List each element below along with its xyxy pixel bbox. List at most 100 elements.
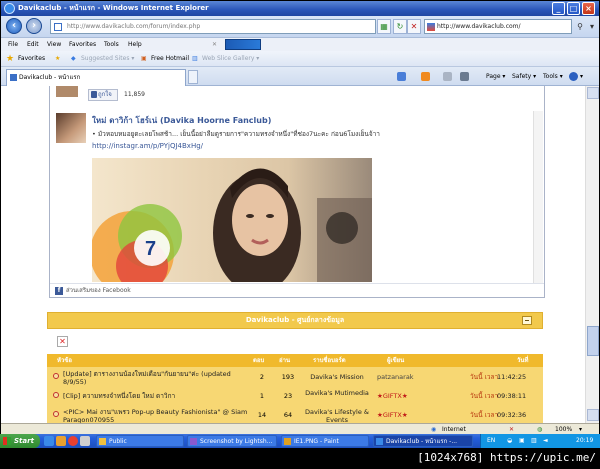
menu-help[interactable]: Help bbox=[128, 38, 142, 51]
lightshot-icon bbox=[190, 438, 197, 445]
menu-edit[interactable]: Edit bbox=[27, 38, 39, 51]
tray-icon-1[interactable]: ◒ bbox=[507, 434, 512, 448]
topic-link[interactable]: [Update] ตารางงานน้องใหม่เดือน"กันยายน"ค… bbox=[63, 370, 253, 386]
feeds-icon[interactable] bbox=[421, 72, 430, 81]
post-author[interactable]: ใหม่ ดาวิก้า โฮร์เน่ (Davika Hoorne Fanc… bbox=[92, 114, 271, 127]
collapse-icon[interactable] bbox=[522, 316, 532, 325]
post-photo[interactable]: 7 bbox=[92, 158, 372, 282]
col-forum: ราบชื่อบอร์ด bbox=[313, 357, 346, 364]
author-link[interactable]: patzanarak bbox=[377, 373, 414, 381]
close-button[interactable]: × bbox=[582, 2, 595, 15]
help-menu[interactable]: ▾ bbox=[580, 71, 583, 83]
tools-menu[interactable]: Tools ▾ bbox=[543, 71, 563, 83]
forum-name-link[interactable]: Davika's Lifestyle & Events bbox=[303, 408, 371, 423]
back-button[interactable]: ‹ bbox=[6, 18, 22, 34]
refresh-icon[interactable]: ↻ bbox=[393, 19, 407, 34]
search-text: http://www.davikaclub.com/ bbox=[437, 23, 521, 30]
start-label: Start bbox=[14, 437, 34, 445]
quicklaunch-chrome-icon[interactable] bbox=[68, 436, 78, 446]
scroll-up-icon[interactable] bbox=[587, 87, 599, 99]
topic-bullet-icon bbox=[53, 392, 59, 398]
search-options-icon[interactable]: ▾ bbox=[586, 19, 598, 34]
free-hotmail-link[interactable]: Free Hotmail bbox=[151, 51, 189, 67]
safety-menu[interactable]: Safety ▾ bbox=[512, 71, 536, 83]
maximize-button[interactable]: □ bbox=[567, 2, 580, 15]
search-provider-icon bbox=[427, 23, 435, 31]
stop-icon[interactable]: ✕ bbox=[407, 19, 421, 34]
favorites-star-icon[interactable]: ★ bbox=[6, 51, 14, 67]
author-link[interactable]: ★GIFTX★ bbox=[377, 411, 408, 419]
task-public[interactable]: Public bbox=[96, 435, 184, 447]
menu-tools[interactable]: Tools bbox=[104, 38, 119, 51]
compat-view-icon[interactable]: ▦ bbox=[377, 19, 391, 34]
forum-name-link[interactable]: Davika's Mutimedia bbox=[303, 389, 371, 397]
menu-favorites[interactable]: Favorites bbox=[69, 38, 96, 51]
menu-view[interactable]: View bbox=[47, 38, 61, 51]
topic-link[interactable]: <PIC> Mai งาน"แพรว Pop-up Beauty Fashion… bbox=[63, 408, 253, 423]
col-topic: หัวข้อ bbox=[57, 357, 73, 364]
forum-table: หัวข้อ ตอบ อ่าน ราบชื่อบอร์ด ผู้เขียน วั… bbox=[47, 354, 543, 423]
task-lightshot[interactable]: Screenshot by Lightsh... bbox=[187, 435, 277, 447]
post-date: วันนี้ เวลา bbox=[470, 411, 499, 419]
folder-icon bbox=[99, 438, 106, 445]
quicklaunch-firefox-icon[interactable] bbox=[56, 436, 66, 446]
post-date: วันนี้ เวลา bbox=[470, 373, 499, 381]
add-favorites-icon[interactable]: ★ bbox=[55, 51, 60, 67]
task-paint[interactable]: IE1.PNG - Paint bbox=[281, 435, 369, 447]
hotmail-icon: ▣ bbox=[141, 55, 147, 62]
menu-file[interactable]: File bbox=[8, 38, 18, 51]
search-icon[interactable]: ⚲ bbox=[574, 19, 586, 34]
page-menu[interactable]: Page ▾ bbox=[486, 71, 505, 83]
start-button[interactable]: Start bbox=[0, 434, 40, 448]
facebook-scrollbar[interactable] bbox=[533, 111, 543, 283]
network-icon[interactable]: ▥ bbox=[531, 434, 537, 448]
tab-bar: Davikaclub - หน้าแรก Page ▾ Safety ▾ Too… bbox=[1, 67, 599, 86]
tab-label: Davikaclub - หน้าแรก bbox=[19, 74, 81, 81]
topic-link[interactable]: [Clip] ความทรงจำหนึ่งโดย ใหม่ ดาวิกา bbox=[63, 392, 253, 400]
like-count: 11,859 bbox=[124, 91, 145, 98]
read-mail-icon[interactable] bbox=[443, 72, 452, 81]
web-slice-gallery-link[interactable]: Web Slice Gallery ▾ bbox=[202, 51, 259, 67]
clock[interactable]: 20:19 bbox=[576, 434, 593, 448]
facebook-plugin-label[interactable]: ส่วนเสริมของ Facebook bbox=[66, 287, 131, 294]
post-time: 09:38:11 bbox=[497, 392, 527, 400]
fan-avatar bbox=[56, 86, 78, 97]
watermark-text: [1024x768] https://upic.me/ bbox=[417, 451, 596, 464]
toolbar-close-icon[interactable]: ✕ bbox=[212, 38, 217, 51]
volume-icon[interactable]: ◄ bbox=[543, 434, 548, 448]
page-avatar[interactable] bbox=[56, 113, 86, 143]
new-tab-button[interactable] bbox=[188, 70, 198, 84]
facebook-logo-icon: f bbox=[55, 287, 63, 295]
home-icon[interactable] bbox=[397, 72, 406, 81]
forward-button[interactable]: › bbox=[26, 18, 42, 34]
tray-icon-2[interactable]: ▣ bbox=[519, 434, 525, 448]
task-ie-davikaclub[interactable]: Davikaclub - หน้าแรก -... bbox=[373, 435, 473, 447]
tab-davikaclub[interactable]: Davikaclub - หน้าแรก bbox=[6, 69, 186, 86]
print-icon[interactable] bbox=[460, 72, 469, 81]
paint-icon bbox=[284, 438, 291, 445]
help-icon[interactable] bbox=[569, 72, 578, 81]
view-count: 193 bbox=[281, 373, 295, 381]
address-input[interactable]: http://www.davikaclub.com/forum/index.ph… bbox=[50, 19, 376, 34]
suggested-sites-link[interactable]: Suggested Sites ▾ bbox=[81, 51, 134, 67]
scroll-down-icon[interactable] bbox=[587, 409, 599, 421]
col-author: ผู้เขียน bbox=[387, 357, 405, 364]
author-link[interactable]: ★GIFTX★ bbox=[377, 392, 408, 400]
favorites-button[interactable]: Favorites bbox=[18, 51, 45, 67]
title-bar[interactable]: Davikaclub - หน้าแรก - Windows Internet … bbox=[1, 1, 599, 16]
favorites-bar: ★ Favorites ★ ◆ Suggested Sites ▾ ▣ Free… bbox=[1, 51, 599, 67]
page-scrollbar[interactable] bbox=[585, 86, 599, 423]
minimize-button[interactable]: _ bbox=[552, 2, 565, 15]
like-button[interactable]: ถูกใจ bbox=[88, 89, 118, 101]
quicklaunch-ie-icon[interactable] bbox=[44, 436, 54, 446]
forum-name-link[interactable]: Davika's Mission bbox=[303, 373, 371, 381]
scroll-thumb[interactable] bbox=[587, 326, 599, 356]
language-indicator[interactable]: EN bbox=[487, 434, 495, 448]
table-row: [Clip] ความทรงจำหนึ่งโดย ใหม่ ดาวิกา 1 2… bbox=[47, 388, 543, 405]
post-link[interactable]: http://instagr.am/p/PYjQJ4BxHg/ bbox=[92, 142, 203, 150]
post-text: • มัวหอบหมอยูดะเลยโพสช้า... เย็นนี้อย่าล… bbox=[92, 130, 380, 138]
facebook-footer: f ส่วนเสริมของ Facebook bbox=[50, 283, 544, 298]
search-input[interactable]: http://www.davikaclub.com/ bbox=[424, 19, 572, 34]
toolbar-logo-icon[interactable] bbox=[225, 39, 261, 50]
quicklaunch-desktop-icon[interactable] bbox=[80, 436, 90, 446]
